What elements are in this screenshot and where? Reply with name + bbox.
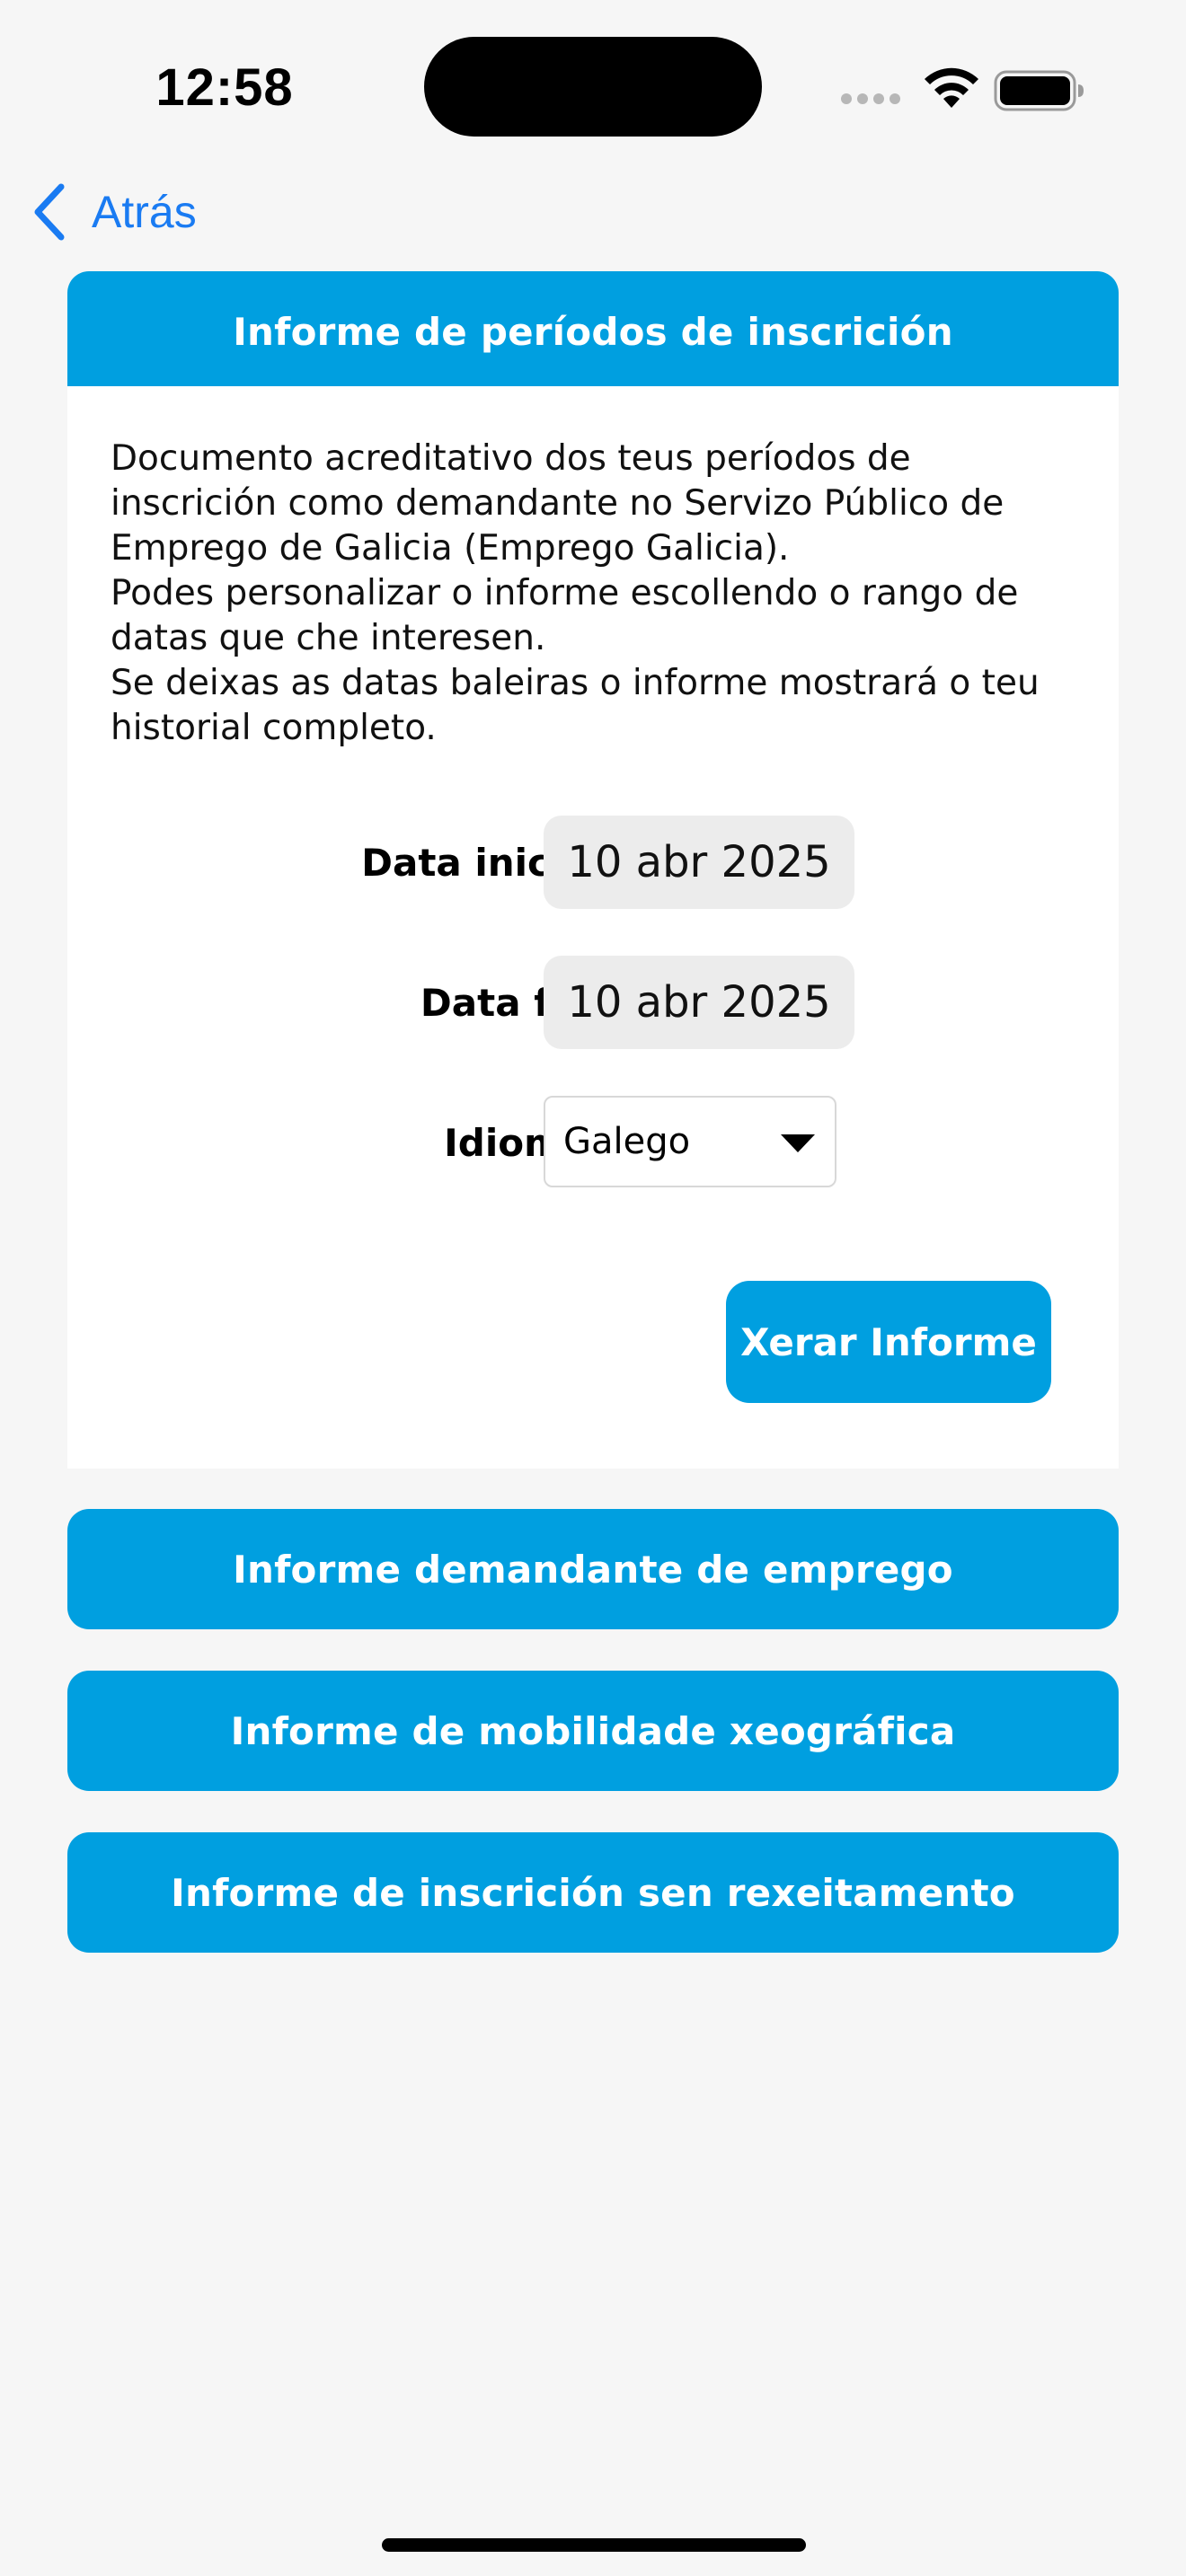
section-description: Documento acreditativo dos teus períodos… xyxy=(111,437,1081,751)
battery-icon xyxy=(994,70,1084,111)
language-select-value: Galego xyxy=(563,1121,691,1162)
home-indicator[interactable] xyxy=(382,2538,806,2552)
end-date-picker[interactable]: 10 abr 2025 xyxy=(544,956,854,1049)
status-time: 12:58 xyxy=(155,58,294,117)
generate-report-button[interactable]: Xerar Informe xyxy=(726,1281,1051,1403)
start-date-picker[interactable]: 10 abr 2025 xyxy=(544,816,854,909)
back-button[interactable]: Atrás xyxy=(27,176,197,248)
report-mobilidade-button[interactable]: Informe de mobilidade xeográfica xyxy=(67,1671,1119,1791)
section-panel: Documento acreditativo dos teus períodos… xyxy=(67,386,1119,1469)
start-date-row: Data inicio: 10 abr 2025 xyxy=(67,816,1119,909)
language-select[interactable]: Galego xyxy=(544,1096,836,1187)
back-label: Atrás xyxy=(92,187,197,237)
report-sen-rexeitamento-button[interactable]: Informe de inscrición sen rexeitamento xyxy=(67,1832,1119,1953)
description-line: Se deixas as datas baleiras o informe mo… xyxy=(111,663,1040,748)
cellular-signal-icon xyxy=(841,93,904,106)
status-bar: 12:58 xyxy=(0,0,1186,171)
description-line: Documento acreditativo dos teus períodos… xyxy=(111,438,1005,569)
language-row: Idioma: Galego xyxy=(67,1096,1119,1189)
wifi-icon xyxy=(925,67,978,108)
status-icons xyxy=(836,63,1087,111)
caret-down-icon xyxy=(781,1134,815,1152)
description-line: Podes personalizar o informe escollendo … xyxy=(111,573,1019,658)
chevron-left-icon xyxy=(34,183,65,241)
report-demandante-button[interactable]: Informe demandante de emprego xyxy=(67,1509,1119,1629)
section-header-periodos-inscricion[interactable]: Informe de períodos de inscrición xyxy=(67,271,1119,392)
end-date-row: Data fin: 10 abr 2025 xyxy=(67,956,1119,1049)
dynamic-island xyxy=(424,37,762,137)
